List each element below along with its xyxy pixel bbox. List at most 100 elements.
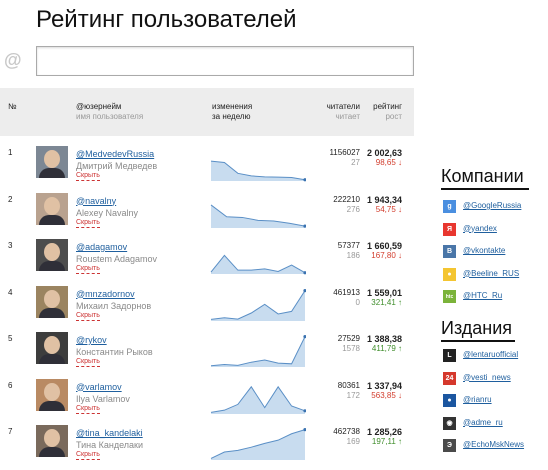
- avatar-body: [39, 447, 65, 457]
- user-handle-link[interactable]: @mnzadornov: [76, 289, 135, 299]
- companies-link[interactable]: @GoogleRussia: [463, 201, 521, 210]
- hide-link[interactable]: Скрыть: [76, 405, 100, 414]
- hide-link[interactable]: Скрыть: [76, 312, 100, 321]
- rating-value: 1 388,38: [366, 334, 402, 344]
- companies-item[interactable]: g @GoogleRussia: [443, 198, 548, 214]
- readers-count: 462738: [333, 427, 360, 436]
- avatar-head: [44, 196, 60, 215]
- rating-change: 54,75 ↓: [375, 204, 402, 214]
- media-item[interactable]: ◉ @adme_ru: [443, 415, 548, 431]
- companies-item[interactable]: ● @Beeline_RUS: [443, 266, 548, 282]
- reads-count: 27: [351, 158, 360, 167]
- row-number: 6: [8, 380, 13, 390]
- media-link[interactable]: @EchoMskNews: [463, 440, 524, 449]
- companies-title: Компании: [441, 166, 524, 186]
- companies-item[interactable]: Я @yandex: [443, 221, 548, 237]
- avatar-head: [44, 336, 60, 354]
- vesti-icon: 24: [443, 371, 456, 385]
- header-user-sub: имя пользователя: [76, 112, 144, 121]
- media-item[interactable]: L @lentaruofficial: [443, 347, 548, 363]
- reads-count: 186: [346, 251, 360, 260]
- avatar[interactable]: [36, 146, 68, 178]
- companies-item[interactable]: В @vkontakte: [443, 243, 548, 259]
- avatar[interactable]: [36, 332, 68, 364]
- at-icon: @: [4, 50, 22, 70]
- rating-value: 1 285,26: [366, 427, 402, 437]
- header-user: @юзернейм имя пользователя: [76, 102, 143, 122]
- companies-link[interactable]: @HTC_Ru: [463, 291, 502, 300]
- media-underline: [441, 340, 515, 342]
- table-row: 2 @navalny Alexey Navalny Скрыть 222210 276 1 …: [0, 183, 414, 229]
- user-handle-link[interactable]: @varlamov: [76, 382, 122, 392]
- readers-count: 461913: [333, 287, 360, 297]
- header-readers: читатели читает: [318, 102, 360, 122]
- avatar[interactable]: [36, 239, 68, 271]
- avatar[interactable]: [36, 285, 68, 318]
- vkontakte-icon: В: [443, 245, 456, 258]
- table-row: 5 @rykov Константин Рыков Скрыть 27529 1578 1 …: [0, 322, 414, 368]
- avatar-body: [39, 354, 65, 364]
- avatar[interactable]: [36, 378, 68, 411]
- rating-change: 98,65 ↓: [375, 158, 402, 167]
- header-readers-sub: читает: [335, 112, 360, 121]
- user-name: Михаил Задорнов: [76, 300, 152, 311]
- sparkline-area: [211, 161, 305, 181]
- sparkline-area: [211, 255, 305, 274]
- header-rating-sub: рост: [385, 112, 402, 121]
- search-input[interactable]: [36, 46, 414, 76]
- companies-underline: [441, 188, 529, 190]
- user-handle-link[interactable]: @tina_kandelaki: [76, 428, 143, 438]
- readers-count: 27529: [337, 334, 360, 343]
- hide-link[interactable]: Скрыть: [76, 265, 100, 274]
- media-item[interactable]: Э @EchoMskNews: [443, 437, 548, 453]
- media-link[interactable]: @rianru: [463, 395, 492, 404]
- user-handle-link[interactable]: @adagamov: [76, 242, 127, 252]
- user-handle-link[interactable]: @MedvedevRussia: [76, 149, 154, 159]
- row-number: 4: [8, 287, 13, 297]
- rating-value: 2 002,63: [366, 148, 402, 158]
- table-row: 4 @mnzadornov Михаил Задорнов Скрыть 461913 0…: [0, 276, 414, 322]
- rating-value: 1 660,59: [366, 241, 402, 251]
- avatar-head: [44, 243, 60, 261]
- companies-link[interactable]: @vkontakte: [463, 246, 505, 255]
- weekly-change-sparkline: [210, 204, 306, 228]
- rating-change: 411,79 ↑: [371, 344, 402, 353]
- media-title: Издания: [441, 318, 513, 338]
- hide-link[interactable]: Скрыть: [76, 172, 100, 181]
- header-change: изменения за неделю: [212, 102, 252, 122]
- row-number: 5: [8, 334, 13, 343]
- rating-value: 1 337,94: [366, 380, 402, 391]
- yandex-icon: Я: [443, 222, 456, 236]
- hide-link[interactable]: Скрыть: [76, 358, 100, 367]
- media-item[interactable]: 24 @vesti_news: [443, 370, 548, 386]
- table-header: № @юзернейм имя пользователя изменения з…: [0, 88, 414, 136]
- table-row: 6 @varlamov Ilya Varlamov Скрыть 80361 172 1 3…: [0, 369, 414, 415]
- companies-item[interactable]: htc @HTC_Ru: [443, 288, 548, 304]
- rating-value: 1 943,34: [366, 194, 402, 205]
- header-readers-label: читатели: [326, 102, 360, 111]
- user-name: Alexey Navalny: [76, 207, 139, 218]
- user-handle-link[interactable]: @rykov: [76, 335, 107, 345]
- media-link[interactable]: @adme_ru: [463, 418, 503, 427]
- user-handle-link[interactable]: @navalny: [76, 196, 116, 206]
- avatar[interactable]: [36, 192, 68, 225]
- rating-change: 321,41 ↑: [371, 297, 402, 307]
- lenta-icon: L: [443, 349, 456, 362]
- avatar-body: [39, 400, 65, 411]
- avatar[interactable]: [36, 425, 68, 457]
- avatar-head: [44, 429, 60, 447]
- media-link[interactable]: @vesti_news: [463, 373, 511, 382]
- companies-link[interactable]: @Beeline_RUS: [463, 269, 519, 278]
- adme-icon: ◉: [443, 416, 456, 430]
- companies-link[interactable]: @yandex: [463, 224, 497, 233]
- avatar-head: [44, 289, 60, 308]
- weekly-change-sparkline: [210, 385, 306, 414]
- media-link[interactable]: @lentaruofficial: [463, 350, 518, 359]
- hide-link[interactable]: Скрыть: [76, 451, 100, 460]
- header-change-sub: за неделю: [212, 112, 251, 121]
- readers-count: 222210: [333, 194, 360, 204]
- media-item[interactable]: ● @rianru: [443, 392, 548, 408]
- avatar-body: [39, 261, 65, 271]
- table-row: 7 @tina_kandelaki Тина Канделаки Скрыть 4627…: [0, 415, 414, 461]
- hide-link[interactable]: Скрыть: [76, 219, 100, 228]
